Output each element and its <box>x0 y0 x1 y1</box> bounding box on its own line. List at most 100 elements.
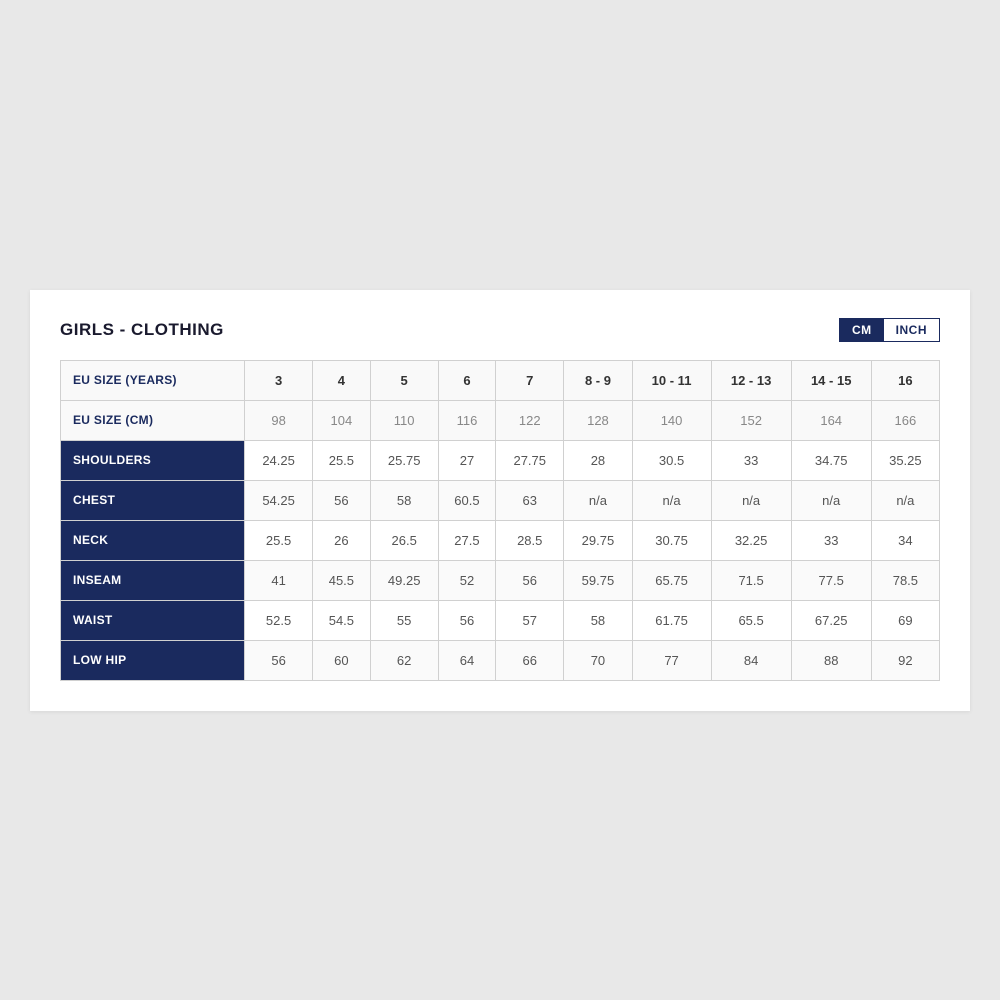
col-cm-128: 128 <box>564 400 632 440</box>
cell-chest-8: n/a <box>791 480 871 520</box>
cell-neck-4: 28.5 <box>496 520 564 560</box>
cell-low hip-8: 88 <box>791 640 871 680</box>
cell-shoulders-8: 34.75 <box>791 440 871 480</box>
cell-neck-0: 25.5 <box>244 520 312 560</box>
cell-waist-3: 56 <box>438 600 495 640</box>
col-cm-164: 164 <box>791 400 871 440</box>
size-guide-card: GIRLS - CLOTHING CM INCH EU SIZE (YEARS)… <box>30 290 970 711</box>
size-table: EU SIZE (YEARS) 3 4 5 6 7 8 - 9 10 - 11 … <box>60 360 940 681</box>
cell-chest-6: n/a <box>632 480 711 520</box>
row-label-inseam: INSEAM <box>61 560 245 600</box>
table-row: INSEAM4145.549.25525659.7565.7571.577.57… <box>61 560 940 600</box>
cell-neck-6: 30.75 <box>632 520 711 560</box>
cell-low hip-4: 66 <box>496 640 564 680</box>
table-body: SHOULDERS24.2525.525.752727.752830.53334… <box>61 440 940 680</box>
cell-neck-7: 32.25 <box>711 520 791 560</box>
cell-chest-0: 54.25 <box>244 480 312 520</box>
cell-waist-4: 57 <box>496 600 564 640</box>
cell-waist-8: 67.25 <box>791 600 871 640</box>
cell-chest-7: n/a <box>711 480 791 520</box>
cell-chest-4: 63 <box>496 480 564 520</box>
cell-waist-6: 61.75 <box>632 600 711 640</box>
eu-size-cm-header: EU SIZE (CM) <box>61 400 245 440</box>
col-cm-110: 110 <box>370 400 438 440</box>
cell-low hip-5: 70 <box>564 640 632 680</box>
col-header-3: 3 <box>244 360 312 400</box>
cell-chest-9: n/a <box>871 480 939 520</box>
cell-low hip-9: 92 <box>871 640 939 680</box>
unit-toggle[interactable]: CM INCH <box>839 318 940 342</box>
cell-shoulders-1: 25.5 <box>313 440 370 480</box>
col-cm-98: 98 <box>244 400 312 440</box>
col-cm-152: 152 <box>711 400 791 440</box>
cell-low hip-3: 64 <box>438 640 495 680</box>
cell-shoulders-6: 30.5 <box>632 440 711 480</box>
cell-chest-5: n/a <box>564 480 632 520</box>
card-header: GIRLS - CLOTHING CM INCH <box>60 318 940 342</box>
cm-button[interactable]: CM <box>840 319 884 341</box>
cell-neck-5: 29.75 <box>564 520 632 560</box>
cell-inseam-4: 56 <box>496 560 564 600</box>
col-header-8-9: 8 - 9 <box>564 360 632 400</box>
cell-inseam-9: 78.5 <box>871 560 939 600</box>
cell-neck-8: 33 <box>791 520 871 560</box>
cell-shoulders-7: 33 <box>711 440 791 480</box>
row-label-shoulders: SHOULDERS <box>61 440 245 480</box>
col-header-16: 16 <box>871 360 939 400</box>
cell-neck-9: 34 <box>871 520 939 560</box>
cell-low hip-0: 56 <box>244 640 312 680</box>
col-header-12-13: 12 - 13 <box>711 360 791 400</box>
col-header-14-15: 14 - 15 <box>791 360 871 400</box>
cell-neck-3: 27.5 <box>438 520 495 560</box>
cell-waist-1: 54.5 <box>313 600 370 640</box>
cell-inseam-2: 49.25 <box>370 560 438 600</box>
col-cm-140: 140 <box>632 400 711 440</box>
card-title: GIRLS - CLOTHING <box>60 320 224 340</box>
row-label-chest: CHEST <box>61 480 245 520</box>
header-row-years: EU SIZE (YEARS) 3 4 5 6 7 8 - 9 10 - 11 … <box>61 360 940 400</box>
col-header-5: 5 <box>370 360 438 400</box>
col-header-6: 6 <box>438 360 495 400</box>
row-label-waist: WAIST <box>61 600 245 640</box>
cell-shoulders-5: 28 <box>564 440 632 480</box>
cell-shoulders-0: 24.25 <box>244 440 312 480</box>
col-cm-122: 122 <box>496 400 564 440</box>
cell-waist-2: 55 <box>370 600 438 640</box>
cell-waist-5: 58 <box>564 600 632 640</box>
page-wrapper: GIRLS - CLOTHING CM INCH EU SIZE (YEARS)… <box>0 0 1000 1000</box>
table-row: WAIST52.554.55556575861.7565.567.2569 <box>61 600 940 640</box>
cell-shoulders-9: 35.25 <box>871 440 939 480</box>
cell-neck-2: 26.5 <box>370 520 438 560</box>
cell-waist-9: 69 <box>871 600 939 640</box>
col-cm-116: 116 <box>438 400 495 440</box>
cell-inseam-8: 77.5 <box>791 560 871 600</box>
cell-low hip-7: 84 <box>711 640 791 680</box>
col-cm-104: 104 <box>313 400 370 440</box>
cell-waist-0: 52.5 <box>244 600 312 640</box>
cell-low hip-1: 60 <box>313 640 370 680</box>
col-header-7: 7 <box>496 360 564 400</box>
cell-inseam-7: 71.5 <box>711 560 791 600</box>
cell-shoulders-4: 27.75 <box>496 440 564 480</box>
row-label-neck: NECK <box>61 520 245 560</box>
cell-inseam-6: 65.75 <box>632 560 711 600</box>
table-row: CHEST54.25565860.563n/an/an/an/an/a <box>61 480 940 520</box>
col-header-10-11: 10 - 11 <box>632 360 711 400</box>
col-cm-166: 166 <box>871 400 939 440</box>
eu-size-years-header: EU SIZE (YEARS) <box>61 360 245 400</box>
col-header-4: 4 <box>313 360 370 400</box>
cell-shoulders-3: 27 <box>438 440 495 480</box>
cell-waist-7: 65.5 <box>711 600 791 640</box>
cell-inseam-1: 45.5 <box>313 560 370 600</box>
header-row-cm: EU SIZE (CM) 98 104 110 116 122 128 140 … <box>61 400 940 440</box>
row-label-low-hip: LOW HIP <box>61 640 245 680</box>
cell-low hip-2: 62 <box>370 640 438 680</box>
cell-low hip-6: 77 <box>632 640 711 680</box>
cell-chest-2: 58 <box>370 480 438 520</box>
table-row: SHOULDERS24.2525.525.752727.752830.53334… <box>61 440 940 480</box>
cell-shoulders-2: 25.75 <box>370 440 438 480</box>
inch-button[interactable]: INCH <box>884 319 939 341</box>
table-row: NECK25.52626.527.528.529.7530.7532.25333… <box>61 520 940 560</box>
cell-chest-3: 60.5 <box>438 480 495 520</box>
cell-neck-1: 26 <box>313 520 370 560</box>
